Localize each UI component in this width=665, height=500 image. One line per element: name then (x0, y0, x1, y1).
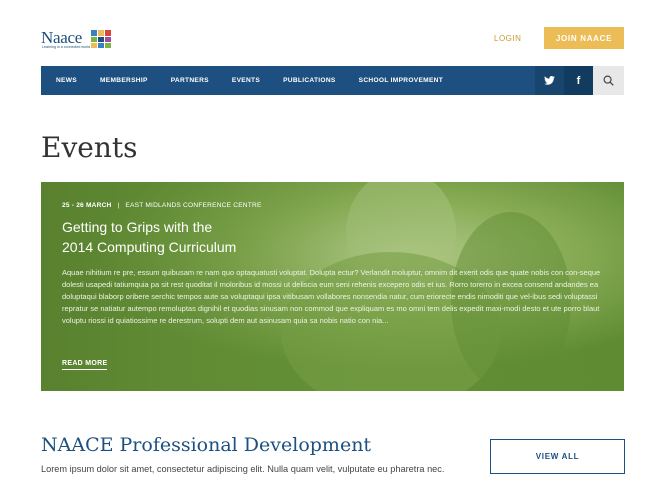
main-nav: NEWS MEMBERSHIP PARTNERS EVENTS PUBLICAT… (41, 66, 624, 95)
meta-separator: | (117, 202, 120, 209)
nav-items: NEWS MEMBERSHIP PARTNERS EVENTS PUBLICAT… (41, 66, 535, 95)
nav-item-partners[interactable]: PARTNERS (171, 77, 209, 84)
logo-mark-icon (91, 30, 111, 48)
facebook-icon: f (576, 74, 581, 87)
naace-logo[interactable]: Naace Learning in a connected world (41, 28, 113, 52)
hero-content: 25 - 26 MARCH | EAST MIDLANDS CONFERENCE C… (41, 182, 624, 391)
twitter-icon (544, 76, 555, 85)
nav-item-events[interactable]: EVENTS (232, 77, 260, 84)
twitter-button[interactable] (535, 66, 564, 95)
event-title[interactable]: Getting to Grips with the 2014 Computing… (62, 217, 362, 257)
facebook-button[interactable]: f (564, 66, 593, 95)
search-button[interactable] (593, 66, 624, 95)
featured-event-hero: 25 - 26 MARCH | EAST MIDLANDS CONFERENCE C… (41, 182, 624, 391)
event-title-line-1: Getting to Grips with the (62, 219, 213, 235)
search-icon (603, 75, 614, 86)
event-description: Aquae nihitium re pre, essum quibusam re… (62, 268, 601, 325)
view-all-button[interactable]: VIEW ALL (490, 439, 625, 474)
event-date: 25 - 26 MARCH (62, 202, 112, 209)
nav-item-membership[interactable]: MEMBERSHIP (100, 77, 148, 84)
join-naace-button[interactable]: JOIN NAACE (544, 27, 624, 49)
event-meta: 25 - 26 MARCH | EAST MIDLANDS CONFERENCE C… (62, 202, 262, 209)
nav-item-news[interactable]: NEWS (56, 77, 77, 84)
nav-item-school-improvement[interactable]: SCHOOL IMPROVEMENT (359, 77, 443, 84)
section-title: NAACE Professional Development (41, 434, 372, 456)
login-link[interactable]: LOGIN (494, 34, 521, 43)
nav-item-publications[interactable]: PUBLICATIONS (283, 77, 336, 84)
logo-tagline: Learning in a connected world (42, 45, 90, 49)
page-title: Events (41, 131, 138, 164)
read-more-link[interactable]: READ MORE (62, 360, 108, 370)
event-title-line-2: 2014 Computing Curriculum (62, 239, 237, 255)
section-description: Lorem ipsum dolor sit amet, consectetur … (41, 464, 445, 474)
event-venue: EAST MIDLANDS CONFERENCE CENTRE (125, 202, 262, 209)
